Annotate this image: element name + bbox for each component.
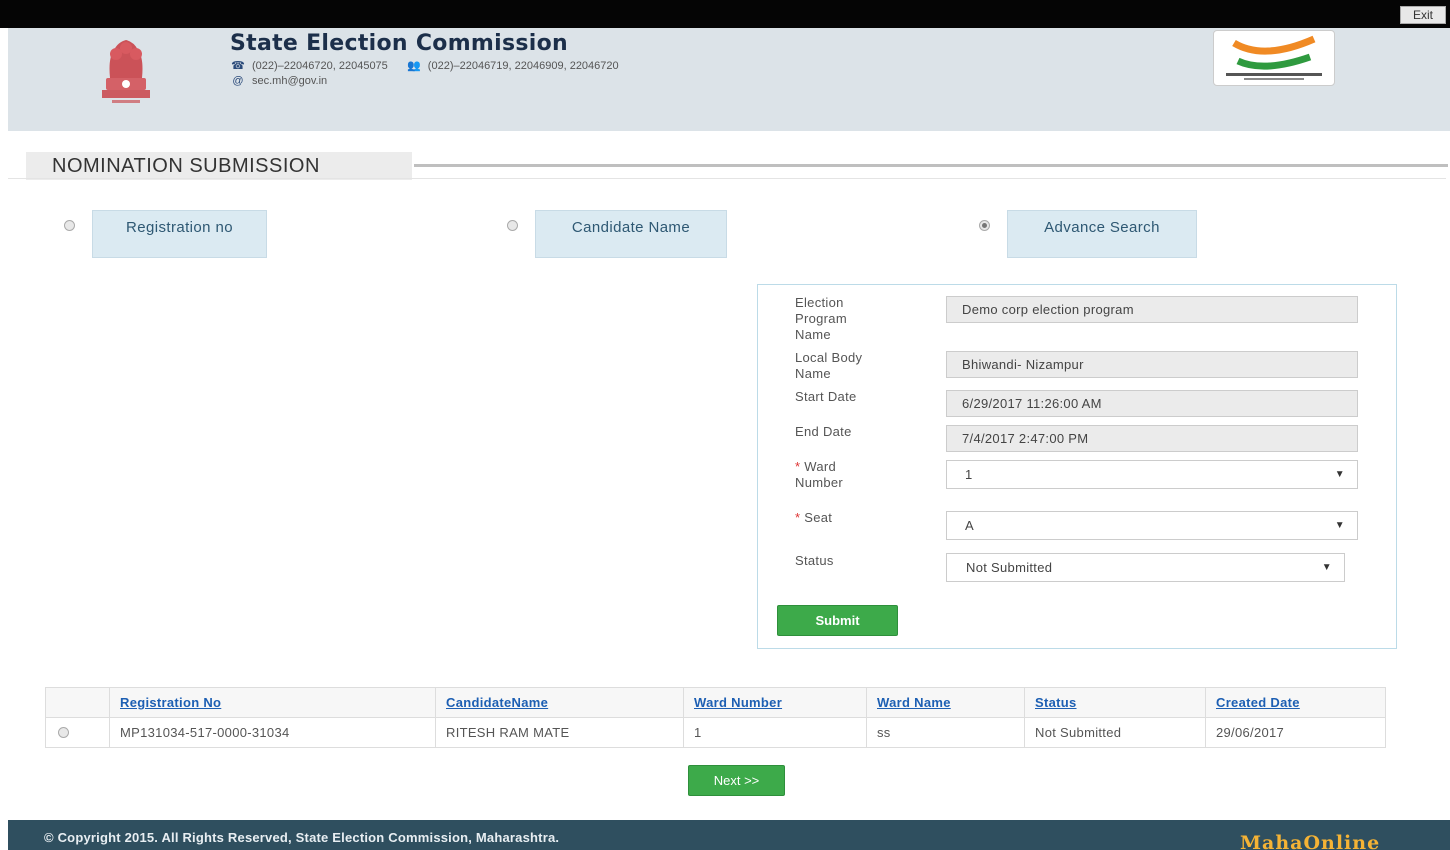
local-body-label: Local Body Name: [795, 350, 863, 381]
ward-number-label-text: Ward Number: [795, 459, 844, 490]
chevron-down-icon: ▼: [1334, 520, 1345, 531]
registration-radio[interactable]: [64, 220, 75, 231]
ward-number-label: * Ward Number: [795, 459, 865, 491]
telephone-icon: ☎: [231, 60, 245, 72]
status-label: Status: [795, 553, 834, 568]
status-select[interactable]: Not Submitted ▼: [946, 553, 1345, 582]
advance-search-panel: Election Program Name Demo corp election…: [757, 284, 1397, 649]
registration-no-cell: MP131034-517-0000-31034: [109, 717, 436, 748]
search-option-registration[interactable]: Registration no: [64, 210, 268, 258]
row-select-radio[interactable]: [58, 727, 69, 738]
row-select-cell[interactable]: [45, 717, 110, 748]
ward-name-cell: ss: [866, 717, 1025, 748]
section-heading: NOMINATION SUBMISSION: [26, 152, 1448, 180]
seat-label: * Seat: [795, 510, 832, 526]
created-date-header[interactable]: Created Date: [1205, 687, 1386, 718]
contact-email-row: @ sec.mh@gov.in: [230, 75, 327, 87]
top-bar: Exit: [0, 0, 1450, 28]
results-table: Registration No CandidateName Ward Numbe…: [45, 687, 1386, 748]
registration-option-label[interactable]: Registration no: [92, 210, 267, 258]
national-emblem-icon: [102, 40, 150, 103]
fax-icon: 👥: [406, 60, 421, 72]
select-column-header: [45, 687, 110, 718]
status-value: Not Submitted: [966, 560, 1053, 575]
start-date-label: Start Date: [795, 389, 857, 404]
email-icon: @: [232, 75, 244, 87]
status-cell: Not Submitted: [1024, 717, 1206, 748]
seat-value: A: [965, 518, 974, 533]
search-option-advance[interactable]: Advance Search: [979, 210, 1197, 258]
table-row[interactable]: MP131034-517-0000-31034 RITESH RAM MATE …: [45, 717, 1386, 748]
ward-name-header[interactable]: Ward Name: [866, 687, 1025, 718]
phone-numbers: (022)–22046720, 22045075: [252, 59, 388, 72]
ward-number-value: 1: [965, 467, 973, 482]
email-address[interactable]: sec.mh@gov.in: [252, 75, 327, 87]
ward-number-cell: 1: [683, 717, 867, 748]
chevron-down-icon: ▼: [1334, 469, 1345, 480]
seat-label-text: Seat: [804, 510, 833, 525]
search-option-candidate[interactable]: Candidate Name: [507, 210, 727, 258]
end-date-field[interactable]: 7/4/2017 2:47:00 PM: [946, 425, 1358, 452]
fax-numbers: (022)–22046719, 22046909, 22046720: [427, 59, 619, 72]
site-title: State Election Commission: [230, 31, 568, 56]
section-underline: [8, 178, 1446, 179]
copyright-text: © Copyright 2015. All Rights Reserved, S…: [44, 830, 560, 845]
table-header-row: Registration No CandidateName Ward Numbe…: [45, 687, 1386, 718]
end-date-label: End Date: [795, 424, 852, 439]
section-divider: [414, 164, 1448, 167]
page-title: NOMINATION SUBMISSION: [26, 152, 412, 180]
exit-button[interactable]: Exit: [1400, 6, 1446, 24]
seat-select[interactable]: A ▼: [946, 511, 1358, 540]
election-program-label: Election Program Name: [795, 295, 847, 342]
sec-logo: [1213, 30, 1335, 86]
status-header[interactable]: Status: [1024, 687, 1206, 718]
candidate-option-label[interactable]: Candidate Name: [535, 210, 727, 258]
created-date-cell: 29/06/2017: [1205, 717, 1386, 748]
start-date-field[interactable]: 6/29/2017 11:26:00 AM: [946, 390, 1358, 417]
candidate-name-cell: RITESH RAM MATE: [435, 717, 684, 748]
ward-number-header[interactable]: Ward Number: [683, 687, 867, 718]
contact-phone-row: ☎ (022)–22046720, 22045075 👥 (022)–22046…: [230, 59, 619, 73]
ward-number-select[interactable]: 1 ▼: [946, 460, 1358, 489]
site-header: State Election Commission ☎ (022)–220467…: [8, 28, 1450, 131]
site-footer: © Copyright 2015. All Rights Reserved, S…: [8, 820, 1450, 850]
registration-no-header[interactable]: Registration No: [109, 687, 436, 718]
sec-tick-logo-icon: [1226, 35, 1322, 80]
next-button[interactable]: Next >>: [688, 765, 785, 796]
local-body-field[interactable]: Bhiwandi- Nizampur: [946, 351, 1358, 378]
advance-search-option-label[interactable]: Advance Search: [1007, 210, 1197, 258]
candidate-name-header[interactable]: CandidateName: [435, 687, 684, 718]
advance-search-radio[interactable]: [979, 220, 990, 231]
candidate-radio[interactable]: [507, 220, 518, 231]
election-program-field[interactable]: Demo corp election program: [946, 296, 1358, 323]
chevron-down-icon: ▼: [1321, 562, 1332, 573]
mahaonline-logo: MahaOnline: [1240, 832, 1381, 850]
submit-button[interactable]: Submit: [777, 605, 898, 636]
required-marker: *: [795, 459, 801, 474]
required-marker: *: [795, 510, 801, 525]
